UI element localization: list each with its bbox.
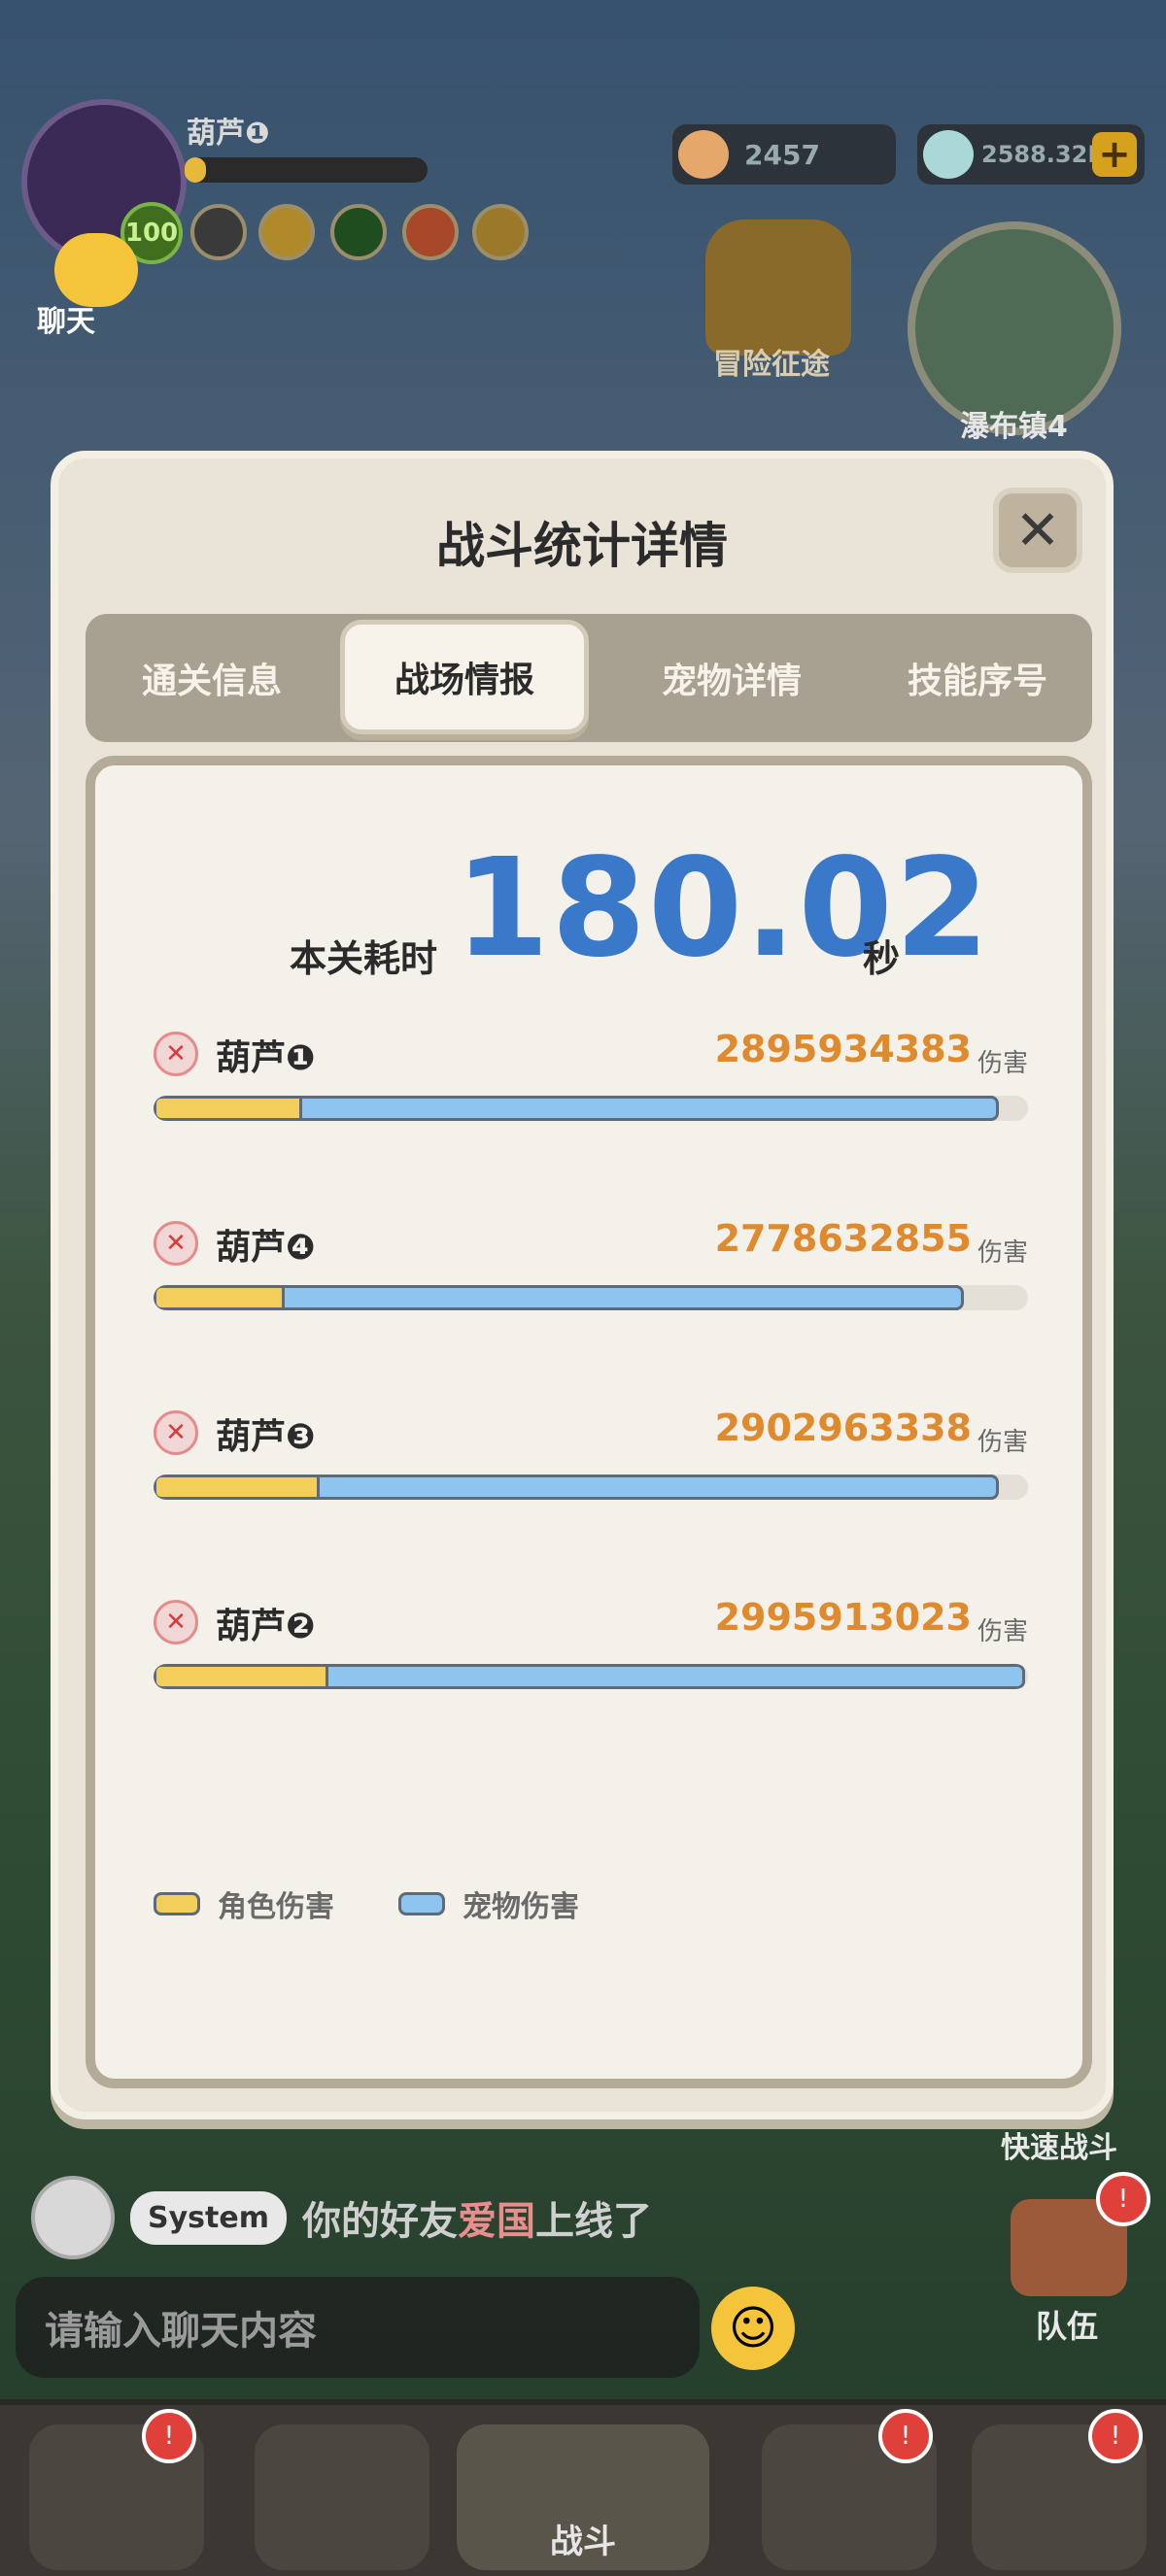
adventure-trophy-icon[interactable] [705, 220, 851, 356]
nav-guild-bell-icon: ! [1088, 2409, 1143, 2463]
time-label: 本关耗时 [290, 937, 438, 980]
title-badge-icon[interactable] [190, 204, 247, 260]
character-damage-segment [154, 1474, 320, 1500]
add-gems-button[interactable]: + [1092, 132, 1137, 177]
coin-value: 2457 [744, 138, 820, 171]
player-emblem-icon: ✕ [154, 1032, 198, 1076]
tab-clear-info[interactable]: 通关信息 [86, 614, 338, 742]
gem-counter: 2588.32M + [917, 124, 1145, 185]
battle-stats-modal: 战斗统计详情 ✕ 通关信息 战场情报 宠物详情 技能序号 本关耗时 180.02… [51, 451, 1114, 2119]
character-damage-segment [154, 1285, 285, 1310]
system-avatar [31, 2176, 115, 2259]
tab-pet-details[interactable]: 宠物详情 [600, 614, 863, 742]
damage-row: ✕ 葫芦❷ 2995913023 伤害 [154, 1596, 1028, 1712]
row-player-name: 葫芦❶ [216, 1038, 316, 1078]
bird-badge-icon[interactable] [258, 204, 315, 260]
row-player-name: 葫芦❹ [216, 1228, 316, 1268]
pet-damage-segment [326, 1664, 1025, 1689]
damage-bar [154, 1285, 1028, 1310]
legend-pet-swatch [398, 1892, 445, 1915]
chat-button-label[interactable]: 聊天 [37, 297, 95, 340]
chat-bubble-icon[interactable] [54, 233, 138, 307]
bottom-nav: ! 战斗 ! ! [0, 2399, 1166, 2576]
nav-pet-bell-icon: ! [878, 2409, 933, 2463]
row-damage-value: 2995913023 [714, 1596, 972, 1639]
character-damage-segment [154, 1096, 302, 1121]
modal-title: 战斗统计详情 [436, 518, 728, 574]
row-damage-value: 2902963338 [714, 1407, 972, 1449]
row-damage-unit: 伤害 [977, 1049, 1028, 1078]
damage-row: ✕ 葫芦❸ 2902963338 伤害 [154, 1407, 1028, 1523]
player-emblem-icon: ✕ [154, 1600, 198, 1644]
system-message: 你的好友爱国上线了 [301, 2199, 652, 2244]
coin-icon [678, 130, 729, 179]
gem-icon [923, 130, 974, 179]
row-damage-unit: 伤害 [977, 1617, 1028, 1646]
row-damage-unit: 伤害 [977, 1238, 1028, 1268]
damage-row: ✕ 葫芦❶ 2895934383 伤害 [154, 1028, 1028, 1144]
chat-input[interactable]: 请输入聊天内容 [16, 2277, 700, 2378]
player-emblem-icon: ✕ [154, 1410, 198, 1455]
shield-badge-icon[interactable] [402, 204, 459, 260]
close-button[interactable]: ✕ [993, 488, 1082, 573]
xp-bar [185, 157, 428, 183]
player-name: 葫芦❶ [187, 117, 270, 151]
damage-row: ✕ 葫芦❹ 2778632855 伤害 [154, 1217, 1028, 1334]
row-player-name: 葫芦❷ [216, 1607, 316, 1646]
row-player-name: 葫芦❸ [216, 1417, 316, 1457]
crown-badge-icon[interactable] [472, 204, 529, 260]
legend: 角色伤害 宠物伤害 [154, 1882, 579, 1925]
nav-hero[interactable] [255, 2424, 429, 2570]
legend-pet-label: 宠物伤害 [463, 1890, 579, 1924]
nav-battle[interactable]: 战斗 [457, 2424, 709, 2570]
row-damage-value: 2778632855 [714, 1217, 972, 1260]
nav-character-bell-icon: ! [142, 2409, 196, 2463]
damage-bar [154, 1474, 1028, 1500]
character-damage-segment [154, 1664, 328, 1689]
pet-damage-segment [317, 1474, 999, 1500]
row-damage-unit: 伤害 [977, 1428, 1028, 1457]
pet-damage-segment [282, 1285, 964, 1310]
system-tag: System [130, 2190, 287, 2245]
time-unit: 秒 [863, 937, 901, 980]
map-label[interactable]: 瀑布镇4 [960, 402, 1068, 445]
legend-character-label: 角色伤害 [218, 1890, 334, 1924]
adventure-label[interactable]: 冒险征途 [713, 340, 830, 383]
emoji-icon[interactable]: ☺ [711, 2287, 795, 2370]
player-emblem-icon: ✕ [154, 1221, 198, 1266]
coin-counter: 2457 [672, 124, 896, 185]
tab-bar: 通关信息 战场情报 宠物详情 技能序号 [86, 614, 1092, 742]
legend-character-swatch [154, 1892, 200, 1915]
tab-battlefield-intel[interactable]: 战场情报 [340, 620, 589, 734]
tab-skill-order[interactable]: 技能序号 [863, 614, 1092, 742]
system-chat-line: System 你的好友爱国上线了 [31, 2176, 652, 2259]
heart-badge-icon[interactable] [330, 204, 387, 260]
row-damage-value: 2895934383 [714, 1028, 972, 1070]
time-value: 180.02 [455, 830, 992, 988]
damage-bar [154, 1664, 1028, 1689]
team-alert-bell-icon: ! [1096, 2172, 1150, 2226]
damage-bar [154, 1096, 1028, 1121]
pet-damage-segment [299, 1096, 999, 1121]
stats-panel: 本关耗时 180.02 秒 ✕ 葫芦❶ 2895934383 伤害 ✕ 葫芦❹ 277863… [86, 756, 1092, 2088]
quick-battle-button[interactable]: 快速战斗 [1001, 2123, 1117, 2166]
team-label[interactable]: 队伍 [1036, 2302, 1098, 2347]
